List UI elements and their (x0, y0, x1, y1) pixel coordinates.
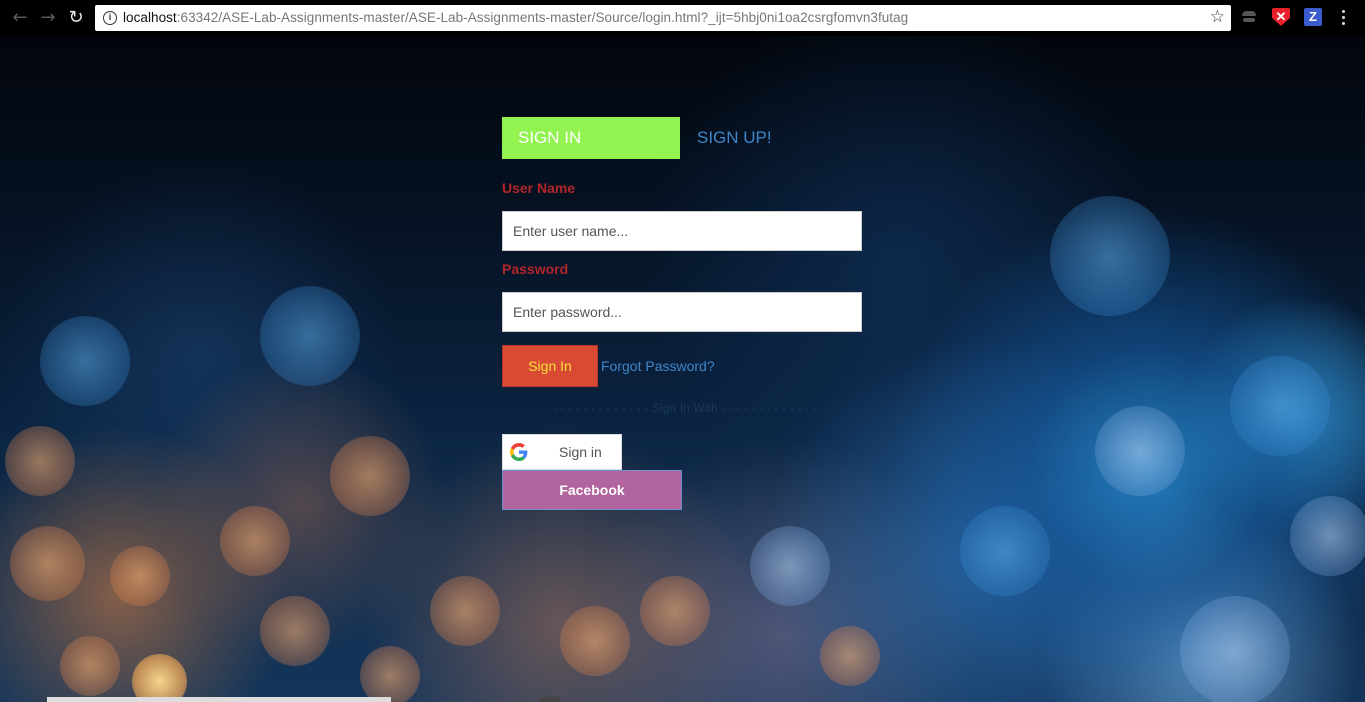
bokeh-light (1180, 596, 1290, 702)
bokeh-light (5, 426, 75, 496)
bokeh-light (640, 576, 710, 646)
username-label: User Name (502, 180, 576, 196)
forward-arrow-icon[interactable]: → (37, 7, 59, 29)
url-host: localhost (123, 10, 177, 25)
bokeh-light (10, 526, 85, 601)
bokeh-light (260, 286, 360, 386)
scrollbar-thumb[interactable] (540, 697, 560, 702)
bokeh-light (40, 316, 130, 406)
password-label: Password (502, 261, 569, 277)
tab-sign-in[interactable]: SIGN IN (502, 117, 680, 159)
bokeh-light (560, 606, 630, 676)
reload-icon[interactable]: ↻ (65, 7, 87, 29)
bokeh-light (360, 646, 420, 702)
password-input[interactable] (502, 292, 862, 332)
address-bar[interactable]: i localhost:63342/ASE-Lab-Assignments-ma… (95, 5, 1231, 31)
bokeh-light (1230, 356, 1330, 456)
bokeh-light (1290, 496, 1365, 576)
username-input[interactable] (502, 211, 862, 251)
google-icon (510, 443, 528, 461)
bokeh-light (1050, 196, 1170, 316)
tab-sign-up[interactable]: SIGN UP! (697, 128, 772, 148)
google-sign-in-label: Sign in (559, 444, 602, 460)
bookmark-star-icon[interactable]: ☆ (1210, 7, 1225, 27)
info-icon[interactable]: i (103, 11, 117, 25)
bokeh-light (110, 546, 170, 606)
bokeh-light (1095, 406, 1185, 496)
bokeh-light (132, 654, 187, 702)
back-arrow-icon[interactable]: ← (9, 7, 31, 29)
browser-toolbar: ← → ↻ i localhost:63342/ASE-Lab-Assignme… (0, 0, 1365, 36)
shield-extension-icon[interactable]: ✕ (1272, 8, 1290, 26)
horizontal-scrollbar[interactable] (47, 697, 391, 702)
bokeh-light (220, 506, 290, 576)
bokeh-light (820, 626, 880, 686)
url-text[interactable]: localhost:63342/ASE-Lab-Assignments-mast… (123, 10, 908, 25)
bokeh-light (330, 436, 410, 516)
z-extension-icon[interactable]: Z (1304, 8, 1322, 26)
bokeh-light (750, 526, 830, 606)
url-path: :63342/ASE-Lab-Assignments-master/ASE-La… (176, 10, 909, 25)
google-sign-in-button[interactable]: Sign in (502, 434, 622, 470)
page-background: SIGN IN SIGN UP! User Name Password Sign… (0, 36, 1365, 702)
bokeh-light (260, 596, 330, 666)
spy-extension-icon[interactable] (1240, 8, 1258, 26)
bokeh-light (960, 506, 1050, 596)
sign-in-with-divider: - - - - - - - - - - - - - Sign In With -… (553, 403, 817, 415)
bokeh-light (430, 576, 500, 646)
facebook-login-button[interactable]: Facebook (502, 470, 682, 510)
forgot-password-link[interactable]: Forgot Password? (601, 358, 715, 374)
sign-in-button[interactable]: Sign In (502, 345, 598, 387)
bokeh-light (60, 636, 120, 696)
kebab-menu-icon[interactable] (1334, 8, 1352, 28)
